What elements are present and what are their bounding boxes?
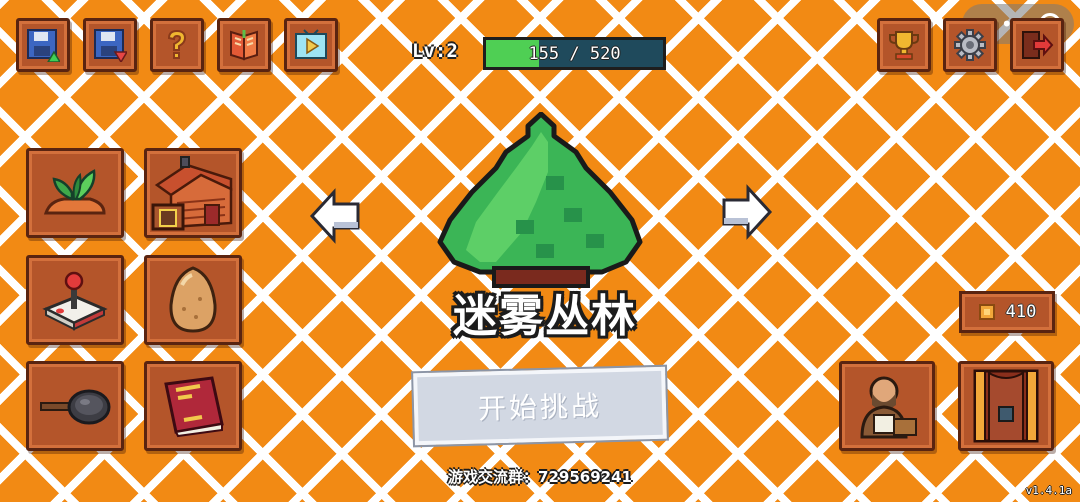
settings-button[interactable] [943, 18, 997, 72]
egg-icon [169, 266, 217, 333]
level-label: Lv:2 [412, 40, 458, 62]
coin-icon [978, 304, 995, 320]
house-button[interactable] [144, 148, 242, 238]
sprout-icon [43, 169, 106, 215]
trophy-button[interactable] [877, 18, 931, 72]
joystick-icon [42, 271, 108, 331]
book-button[interactable] [217, 18, 271, 72]
coin-counter: 410 [959, 291, 1055, 333]
save-upload-button[interactable] [16, 18, 70, 72]
house-icon [151, 156, 233, 231]
frying-pan-icon [40, 389, 111, 425]
version-label: v1.4.1a [1025, 484, 1072, 497]
question-icon [167, 29, 187, 59]
exit-icon [1022, 31, 1054, 59]
merchant-button[interactable] [839, 361, 935, 451]
exit-button[interactable] [1010, 18, 1064, 72]
merchant-icon [860, 376, 917, 439]
portal-door-icon [973, 369, 1039, 443]
farm-button[interactable] [26, 148, 124, 238]
next-stage-arrow-icon[interactable] [720, 184, 774, 240]
xp-bar: 155 / 520 [483, 37, 666, 70]
cooking-button[interactable] [26, 361, 124, 451]
pine-bush-icon [437, 112, 643, 288]
save-upload-icon [27, 29, 60, 62]
egg-button[interactable] [144, 255, 242, 345]
arcade-button[interactable] [26, 255, 124, 345]
help-button[interactable] [150, 18, 204, 72]
save-download-button[interactable] [83, 18, 137, 72]
red-book-icon [164, 376, 224, 438]
video-button[interactable] [284, 18, 338, 72]
save-download-icon [94, 29, 127, 62]
portal-button[interactable] [958, 361, 1054, 451]
stage-name: 迷雾丛林 [453, 291, 637, 342]
recipe-book-button[interactable] [144, 361, 242, 451]
community-group-text: 游戏交流群：729569241 [448, 468, 632, 486]
open-book-icon [230, 30, 258, 61]
gear-icon [954, 29, 986, 61]
trophy-icon [889, 31, 919, 60]
prev-stage-arrow-icon[interactable] [308, 188, 362, 244]
xp-text: 155 / 520 [528, 43, 621, 64]
coin-value: 410 [1005, 302, 1037, 322]
play-video-icon [295, 29, 327, 59]
start-challenge-button[interactable]: 开始挑战 [411, 364, 669, 448]
